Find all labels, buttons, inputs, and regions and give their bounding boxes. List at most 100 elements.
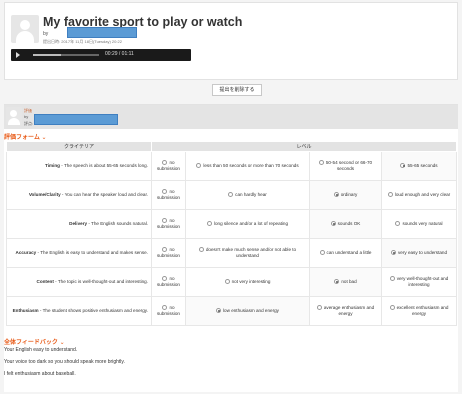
radio-checked-icon[interactable] bbox=[400, 163, 406, 169]
radio-unchecked-icon[interactable] bbox=[316, 305, 322, 311]
level-label: low enthusiasm and energy bbox=[223, 308, 279, 313]
level-option[interactable]: 50-54 second or 66-70 seconds bbox=[309, 151, 382, 181]
level-option[interactable]: not very interesting bbox=[185, 267, 310, 297]
level-option[interactable]: 55-65 seconds bbox=[380, 151, 458, 181]
level-label: doesn't make much sense and/or not able … bbox=[205, 247, 297, 258]
radio-unchecked-icon[interactable] bbox=[389, 276, 395, 282]
radio-checked-icon[interactable] bbox=[330, 221, 336, 227]
level-label: sounds very natural bbox=[402, 221, 443, 226]
radio-unchecked-icon[interactable] bbox=[196, 163, 202, 169]
radio-unchecked-icon[interactable] bbox=[319, 250, 325, 256]
criterion-name: Accuracy bbox=[15, 250, 37, 255]
level-option[interactable]: less than 50 seconds or more than 70 sec… bbox=[185, 151, 310, 181]
level-option[interactable]: sounds very natural bbox=[380, 209, 458, 239]
criterion-cell: Enthusiasm - The student shows positive … bbox=[6, 296, 152, 326]
level-label: no submission bbox=[157, 305, 180, 316]
criterion-cell: Volume/Clarity - You can hear the speake… bbox=[6, 180, 152, 210]
radio-unchecked-icon[interactable] bbox=[198, 247, 204, 253]
level-option[interactable]: excellent enthusiasm and energy bbox=[380, 296, 458, 326]
level-option[interactable]: no submission bbox=[151, 296, 186, 326]
level-option[interactable]: long silence and/or a lot of repeating bbox=[185, 209, 310, 239]
level-option[interactable]: can understand a little bbox=[309, 238, 382, 268]
radio-checked-icon[interactable] bbox=[333, 192, 339, 198]
level-option[interactable]: no submission bbox=[151, 238, 186, 268]
level-option[interactable]: loud enough and very clear bbox=[380, 180, 458, 210]
redaction-box bbox=[34, 114, 118, 125]
radio-checked-icon[interactable] bbox=[216, 308, 222, 314]
grader-avatar-icon bbox=[6, 107, 22, 125]
level-label: no submission bbox=[157, 218, 180, 229]
radio-unchecked-icon[interactable] bbox=[162, 160, 168, 166]
level-label: 55-65 seconds bbox=[407, 163, 438, 168]
level-option[interactable]: sounds OK bbox=[309, 209, 382, 239]
criterion-name: Timing bbox=[44, 163, 60, 168]
level-label: 50-54 second or 66-70 seconds bbox=[325, 160, 373, 171]
level-option[interactable]: can hardly hear bbox=[185, 180, 310, 210]
criterion-description: - You can hear the speaker loud and clea… bbox=[60, 192, 148, 197]
level-option[interactable]: low enthusiasm and energy bbox=[185, 296, 310, 326]
level-label: no submission bbox=[157, 189, 180, 200]
radio-checked-icon[interactable] bbox=[390, 250, 396, 256]
level-label: not bad bbox=[341, 279, 357, 284]
rubric-section-toggle[interactable]: 評価フォーム ⌄ bbox=[4, 132, 47, 141]
criterion-name: Volume/Clarity bbox=[28, 192, 61, 197]
criterion-name: Content bbox=[36, 279, 54, 284]
criterion-cell: Delivery - The English sounds natural. bbox=[6, 209, 152, 239]
radio-unchecked-icon[interactable] bbox=[389, 305, 395, 311]
rubric-row: Accuracy - The English is easy to unders… bbox=[6, 238, 458, 268]
level-option[interactable]: no submission bbox=[151, 180, 186, 210]
delete-submission-button[interactable]: 提出を削除する bbox=[212, 84, 262, 96]
radio-unchecked-icon[interactable] bbox=[162, 247, 168, 253]
grader-header: 評価 by 評点: 32 / 50 bbox=[4, 105, 458, 129]
feedback-line: Your voice too dark so you should speak … bbox=[4, 359, 125, 365]
audio-player[interactable]: 00:29 / 01:11 bbox=[11, 49, 191, 61]
radio-unchecked-icon[interactable] bbox=[387, 192, 393, 198]
level-option[interactable]: no submission bbox=[151, 151, 186, 181]
criterion-name: Delivery bbox=[69, 221, 88, 226]
rubric-header-criteria: クライテリア bbox=[6, 141, 152, 152]
radio-unchecked-icon[interactable] bbox=[162, 305, 168, 311]
level-option[interactable]: ordinary bbox=[309, 180, 382, 210]
criterion-description: - The English sounds natural. bbox=[87, 221, 148, 226]
radio-unchecked-icon[interactable] bbox=[395, 221, 401, 227]
feedback-line: Your English easy to understand. bbox=[4, 347, 78, 353]
radio-unchecked-icon[interactable] bbox=[162, 276, 168, 282]
play-icon[interactable] bbox=[16, 52, 20, 58]
criterion-cell: Content - The topic is well-thought-out … bbox=[6, 267, 152, 297]
level-option[interactable]: no submission bbox=[151, 209, 186, 239]
level-label: very well-thought-out and interesting bbox=[396, 276, 449, 287]
level-label: loud enough and very clear bbox=[394, 192, 451, 197]
level-label: sounds OK bbox=[337, 221, 361, 226]
rubric-header-levels: レベル bbox=[150, 141, 458, 152]
level-label: excellent enthusiasm and energy bbox=[396, 305, 449, 316]
level-label: no submission bbox=[157, 160, 180, 171]
progress-track[interactable] bbox=[33, 54, 99, 56]
radio-unchecked-icon[interactable] bbox=[162, 189, 168, 195]
level-label: can hardly hear bbox=[235, 192, 267, 197]
submission-card: My favorite sport to play or watch by 提出… bbox=[4, 2, 458, 80]
radio-unchecked-icon[interactable] bbox=[224, 279, 230, 285]
level-option[interactable]: no submission bbox=[151, 267, 186, 297]
feedback-section-toggle[interactable]: 全体フィードバック ⌄ bbox=[4, 337, 65, 346]
radio-unchecked-icon[interactable] bbox=[318, 160, 324, 166]
rubric-row: Delivery - The English sounds natural. no… bbox=[6, 209, 458, 239]
criterion-cell: Accuracy - The English is easy to unders… bbox=[6, 238, 152, 268]
submitter-by-label: by bbox=[43, 31, 49, 37]
redaction-box bbox=[67, 27, 137, 38]
level-option[interactable]: average enthusiasm and energy bbox=[309, 296, 382, 326]
level-option[interactable]: not bad bbox=[309, 267, 382, 297]
level-option[interactable]: very well-thought-out and interesting bbox=[380, 267, 458, 297]
grading-card: 評価 by 評点: 32 / 50 評価フォーム ⌄ クライテリア レベル Ti… bbox=[4, 104, 458, 392]
radio-unchecked-icon[interactable] bbox=[206, 221, 212, 227]
level-option[interactable]: doesn't make much sense and/or not able … bbox=[185, 238, 310, 268]
criterion-cell: Timing - The speech is about 55-65 secon… bbox=[6, 151, 152, 181]
level-option[interactable]: very easy to understand bbox=[380, 238, 458, 268]
player-time: 00:29 / 01:11 bbox=[105, 51, 134, 57]
radio-checked-icon[interactable] bbox=[334, 279, 340, 285]
level-label: less than 50 seconds or more than 70 sec… bbox=[203, 163, 299, 168]
radio-unchecked-icon[interactable] bbox=[162, 218, 168, 224]
rubric-row: Volume/Clarity - You can hear the speake… bbox=[6, 180, 458, 210]
progress-fill bbox=[33, 54, 61, 56]
radio-unchecked-icon[interactable] bbox=[228, 192, 234, 198]
rubric-body: Timing - The speech is about 55-65 secon… bbox=[6, 151, 458, 326]
